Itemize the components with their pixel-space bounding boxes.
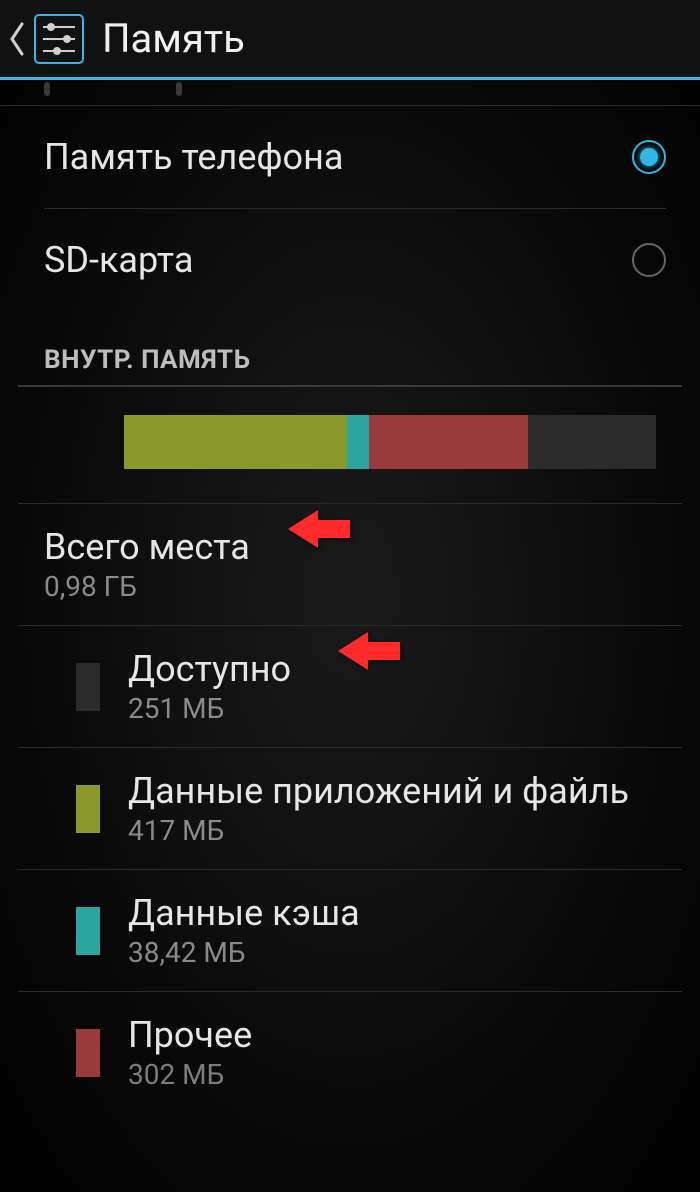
swatch-other-icon xyxy=(76,1029,100,1077)
row-other-title: Прочее xyxy=(128,1014,252,1056)
row-other-value: 302 МБ xyxy=(128,1058,252,1091)
storage-usage-bar xyxy=(0,387,700,503)
radio-phone-memory[interactable]: Память телефона xyxy=(0,106,700,208)
back-button[interactable] xyxy=(6,0,28,79)
swatch-apps-icon xyxy=(76,785,100,833)
row-available[interactable]: Доступно 251 МБ xyxy=(0,626,700,747)
settings-sliders-icon xyxy=(30,10,88,68)
content: Память телефона SD-карта ВНУТР. ПАМЯТЬ В… xyxy=(0,80,700,1113)
row-total-value: 0,98 ГБ xyxy=(44,570,250,603)
row-available-value: 251 МБ xyxy=(128,692,291,725)
annotation-arrow-icon xyxy=(288,506,350,552)
swatch-cache-icon xyxy=(76,907,100,955)
storage-seg-cache xyxy=(347,415,368,469)
storage-bar xyxy=(124,415,656,469)
storage-seg-other xyxy=(369,415,529,469)
chevron-left-icon xyxy=(8,22,26,56)
partial-row-top xyxy=(0,80,700,106)
radio-sd-label: SD-карта xyxy=(44,239,193,281)
page-title: Память xyxy=(102,15,245,62)
row-available-title: Доступно xyxy=(128,648,291,690)
radio-phone-control[interactable] xyxy=(632,140,666,174)
radio-sd-control[interactable] xyxy=(632,243,666,277)
row-cache-data[interactable]: Данные кэша 38,42 МБ xyxy=(0,870,700,991)
row-cache-title: Данные кэша xyxy=(128,892,360,934)
row-cache-value: 38,42 МБ xyxy=(128,936,360,969)
radio-sd-card[interactable]: SD-карта xyxy=(0,209,700,311)
storage-seg-free xyxy=(528,415,656,469)
radio-phone-label: Память телефона xyxy=(44,136,343,178)
storage-seg-apps xyxy=(124,415,347,469)
row-apps-title: Данные приложений и файль xyxy=(128,770,629,812)
row-total-title: Всего места xyxy=(44,526,250,568)
radio-selected-dot-icon xyxy=(640,148,658,166)
swatch-available-icon xyxy=(76,663,100,711)
section-header-internal: ВНУТР. ПАМЯТЬ xyxy=(0,311,700,385)
row-total-space[interactable]: Всего места 0,98 ГБ xyxy=(0,504,700,625)
row-other[interactable]: Прочее 302 МБ xyxy=(0,992,700,1113)
row-apps-data[interactable]: Данные приложений и файль 417 МБ xyxy=(0,748,700,869)
annotation-arrow-icon xyxy=(338,628,400,674)
row-apps-value: 417 МБ xyxy=(128,814,629,847)
action-bar: Память xyxy=(0,0,700,80)
